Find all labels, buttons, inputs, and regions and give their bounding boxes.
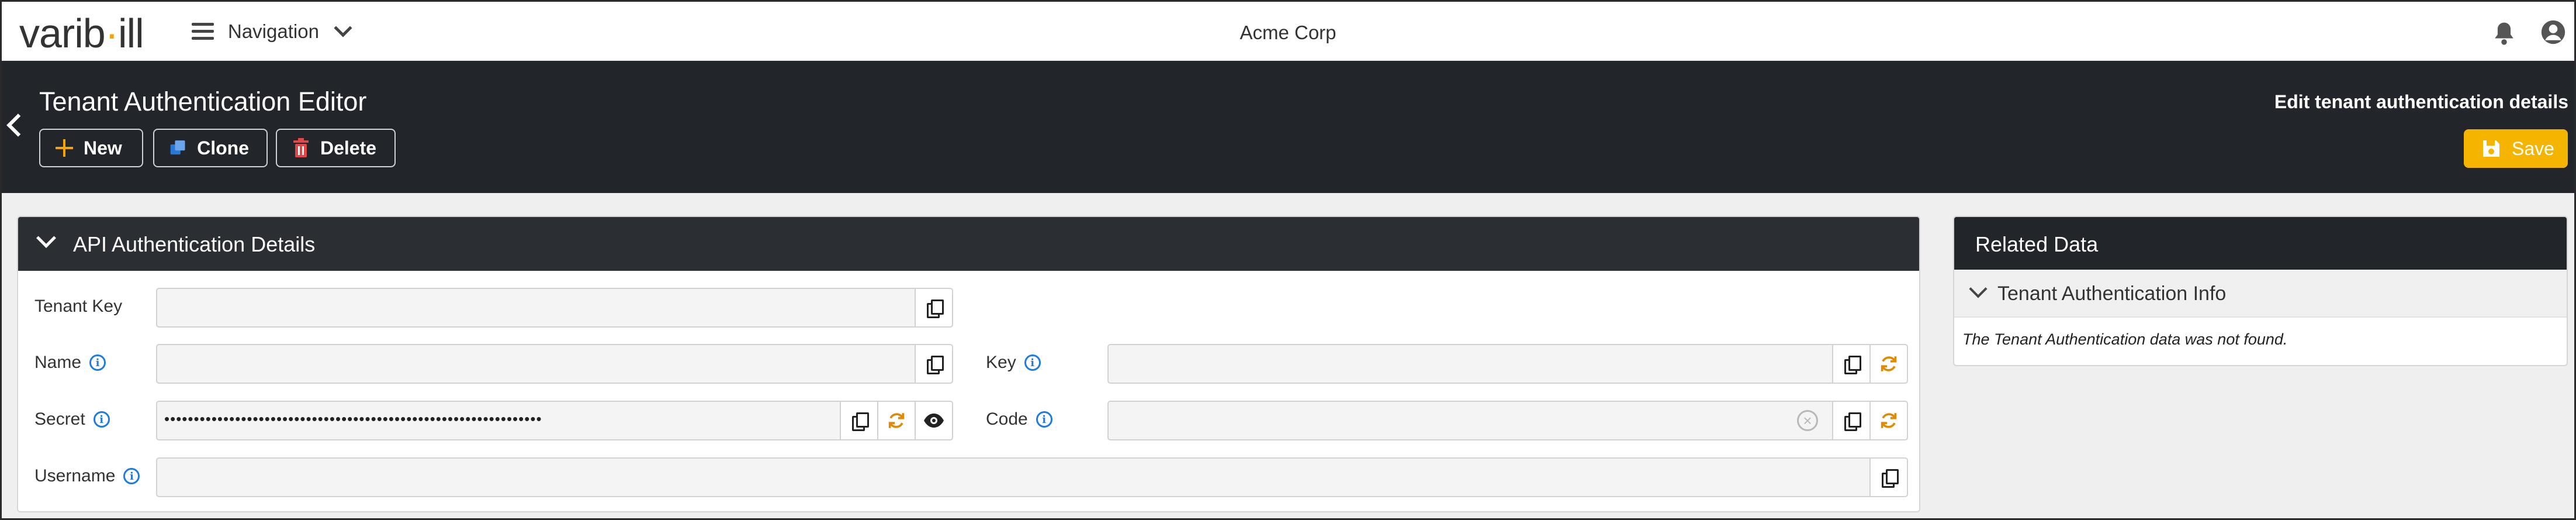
- secret-field[interactable]: ••••••••••••••••••••••••••••••••••••••••…: [156, 401, 953, 440]
- clone-icon: [170, 140, 185, 155]
- refresh-icon: [1881, 356, 1897, 371]
- secret-label: Secret i: [34, 409, 110, 429]
- tenant-authentication-info-section[interactable]: Tenant Authentication Info: [1954, 270, 2567, 318]
- related-data-card: Related Data Tenant Authentication Info …: [1953, 216, 2568, 366]
- top-bar: varib·ill Navigation Acme Corp: [2, 2, 2574, 60]
- name-field[interactable]: [156, 344, 953, 384]
- copy-button[interactable]: [1832, 345, 1869, 383]
- copy-icon: [852, 412, 869, 431]
- bell-icon[interactable]: [2493, 20, 2515, 45]
- copy-icon: [927, 299, 944, 318]
- related-data-header: Related Data: [1954, 217, 2567, 270]
- copy-icon: [1844, 356, 1861, 374]
- username-label-text: Username: [34, 466, 116, 485]
- refresh-button[interactable]: [877, 402, 915, 439]
- clone-button[interactable]: Clone: [153, 129, 268, 167]
- key-field[interactable]: [1107, 344, 1908, 384]
- secret-value: ••••••••••••••••••••••••••••••••••••••••…: [164, 410, 542, 428]
- secret-label-text: Secret: [34, 409, 85, 429]
- page-header: Tenant Authentication Editor New Clone D…: [2, 61, 2574, 193]
- info-icon[interactable]: i: [1024, 354, 1041, 371]
- clear-icon[interactable]: ×: [1797, 410, 1818, 431]
- copy-button[interactable]: [915, 289, 952, 326]
- code-field[interactable]: ×: [1107, 401, 1908, 440]
- info-icon[interactable]: i: [1036, 411, 1052, 428]
- key-label-text: Key: [986, 353, 1016, 372]
- copy-button[interactable]: [1832, 402, 1869, 439]
- refresh-button[interactable]: [1869, 402, 1907, 439]
- trash-icon: [293, 138, 309, 157]
- plus-icon: [56, 139, 73, 157]
- code-label: Code i: [986, 409, 1052, 429]
- copy-button[interactable]: [840, 402, 877, 439]
- card-title: API Authentication Details: [73, 232, 316, 256]
- section-title: Tenant Authentication Info: [1997, 283, 2227, 305]
- show-secret-button[interactable]: [915, 402, 952, 439]
- name-label-text: Name: [34, 353, 82, 372]
- info-icon[interactable]: i: [123, 468, 140, 484]
- card-header[interactable]: API Authentication Details: [18, 217, 1919, 271]
- info-icon[interactable]: i: [93, 411, 110, 428]
- info-icon[interactable]: i: [89, 354, 106, 371]
- chevron-left-icon[interactable]: [6, 113, 30, 137]
- new-button[interactable]: New: [39, 129, 143, 167]
- tenant-key-field[interactable]: [156, 288, 953, 328]
- save-button[interactable]: Save: [2464, 129, 2568, 168]
- copy-button[interactable]: [1869, 459, 1907, 496]
- code-label-text: Code: [986, 409, 1028, 429]
- key-label: Key i: [986, 353, 1041, 373]
- page-title: Tenant Authentication Editor: [39, 87, 367, 116]
- copy-icon: [927, 356, 944, 374]
- save-icon: [2483, 140, 2499, 157]
- tenant-key-label: Tenant Key: [34, 297, 122, 316]
- page-subtitle: Edit tenant authentication details: [2274, 91, 2568, 112]
- refresh-button[interactable]: [1869, 345, 1907, 383]
- copy-icon: [1844, 412, 1861, 431]
- api-authentication-card: API Authentication Details Tenant Key Na…: [17, 216, 1920, 512]
- tenant-key-label-text: Tenant Key: [34, 297, 123, 316]
- copy-button[interactable]: [915, 345, 952, 383]
- eye-icon: [924, 414, 944, 428]
- company-name: Acme Corp: [1239, 22, 1337, 43]
- name-label: Name i: [34, 353, 106, 373]
- delete-button-label: Delete: [320, 137, 377, 159]
- related-data-title: Related Data: [1975, 232, 2099, 256]
- refresh-icon: [1881, 413, 1897, 428]
- chevron-down-icon[interactable]: [36, 228, 56, 248]
- username-field[interactable]: [156, 457, 1908, 497]
- chevron-down-icon[interactable]: [1969, 280, 1988, 298]
- refresh-icon: [888, 413, 905, 428]
- new-button-label: New: [84, 137, 122, 159]
- clone-button-label: Clone: [197, 137, 249, 159]
- username-label: Username i: [34, 466, 140, 486]
- empty-state-message: The Tenant Authentication data was not f…: [1962, 330, 2288, 348]
- user-circle-icon[interactable]: [2540, 19, 2566, 45]
- delete-button[interactable]: Delete: [276, 129, 396, 167]
- copy-icon: [1882, 469, 1899, 488]
- save-button-label: Save: [2512, 137, 2554, 159]
